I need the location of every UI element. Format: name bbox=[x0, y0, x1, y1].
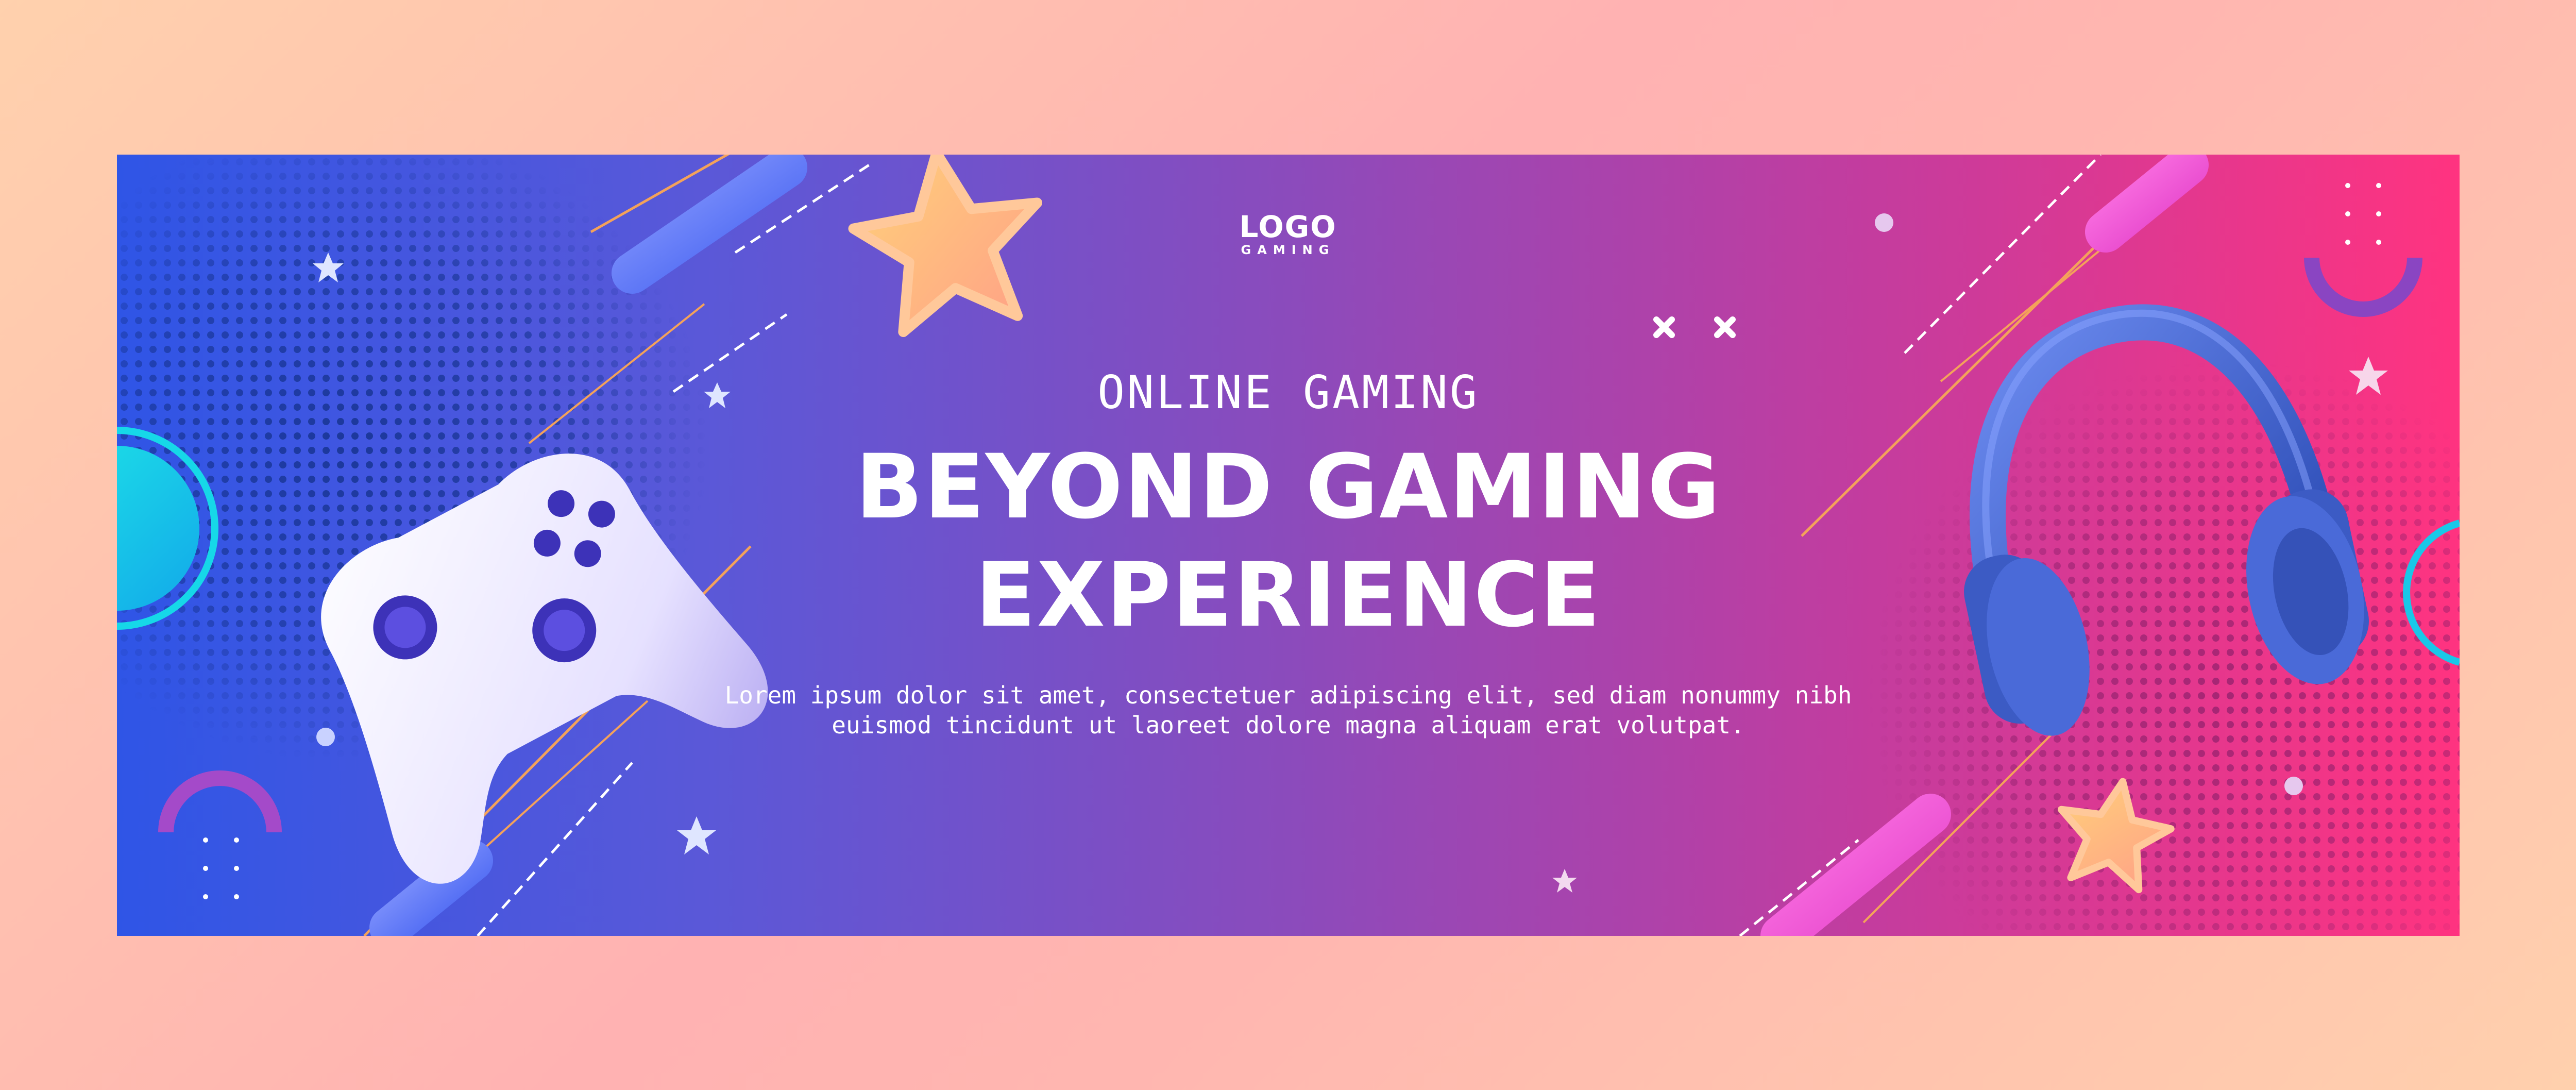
x-icon bbox=[1653, 316, 1675, 338]
body-line-1: Lorem ipsum dolor sit amet, consectetuer… bbox=[724, 681, 1852, 709]
star-icon bbox=[1552, 869, 1577, 893]
x-icon bbox=[1714, 316, 1736, 338]
body-line-2: euismod tincidunt ut laoreet dolore magn… bbox=[832, 711, 1745, 739]
logo-text: LOGO bbox=[1239, 209, 1337, 244]
logo[interactable]: LOGO GAMING bbox=[1239, 211, 1336, 258]
gold-star-large bbox=[848, 155, 1043, 338]
page: { "logo": { "main": "LOGO", "sub": "GAMI… bbox=[0, 0, 2576, 1090]
gaming-banner: LOGO GAMING ONLINE GAMING BEYOND GAMING … bbox=[117, 155, 2460, 936]
purple-arc-right bbox=[2304, 257, 2422, 317]
headline-line-2: EXPERIENCE bbox=[975, 543, 1602, 647]
star-icon bbox=[677, 816, 716, 854]
dot-grid-right bbox=[2345, 183, 2381, 245]
dot-grid-left bbox=[203, 837, 239, 899]
hero-subtitle: ONLINE GAMING bbox=[1097, 366, 1479, 419]
headline-line-1: BEYOND GAMING bbox=[855, 435, 1721, 539]
pill-shape bbox=[2085, 155, 2209, 253]
logo-subtext: GAMING bbox=[1241, 243, 1335, 257]
hero-headline: BEYOND GAMING EXPERIENCE bbox=[117, 433, 2460, 649]
dot-decoration bbox=[1875, 213, 1893, 232]
dot-decoration bbox=[2284, 777, 2303, 795]
hero-body-text: Lorem ipsum dolor sit amet, consectetuer… bbox=[117, 680, 2460, 740]
